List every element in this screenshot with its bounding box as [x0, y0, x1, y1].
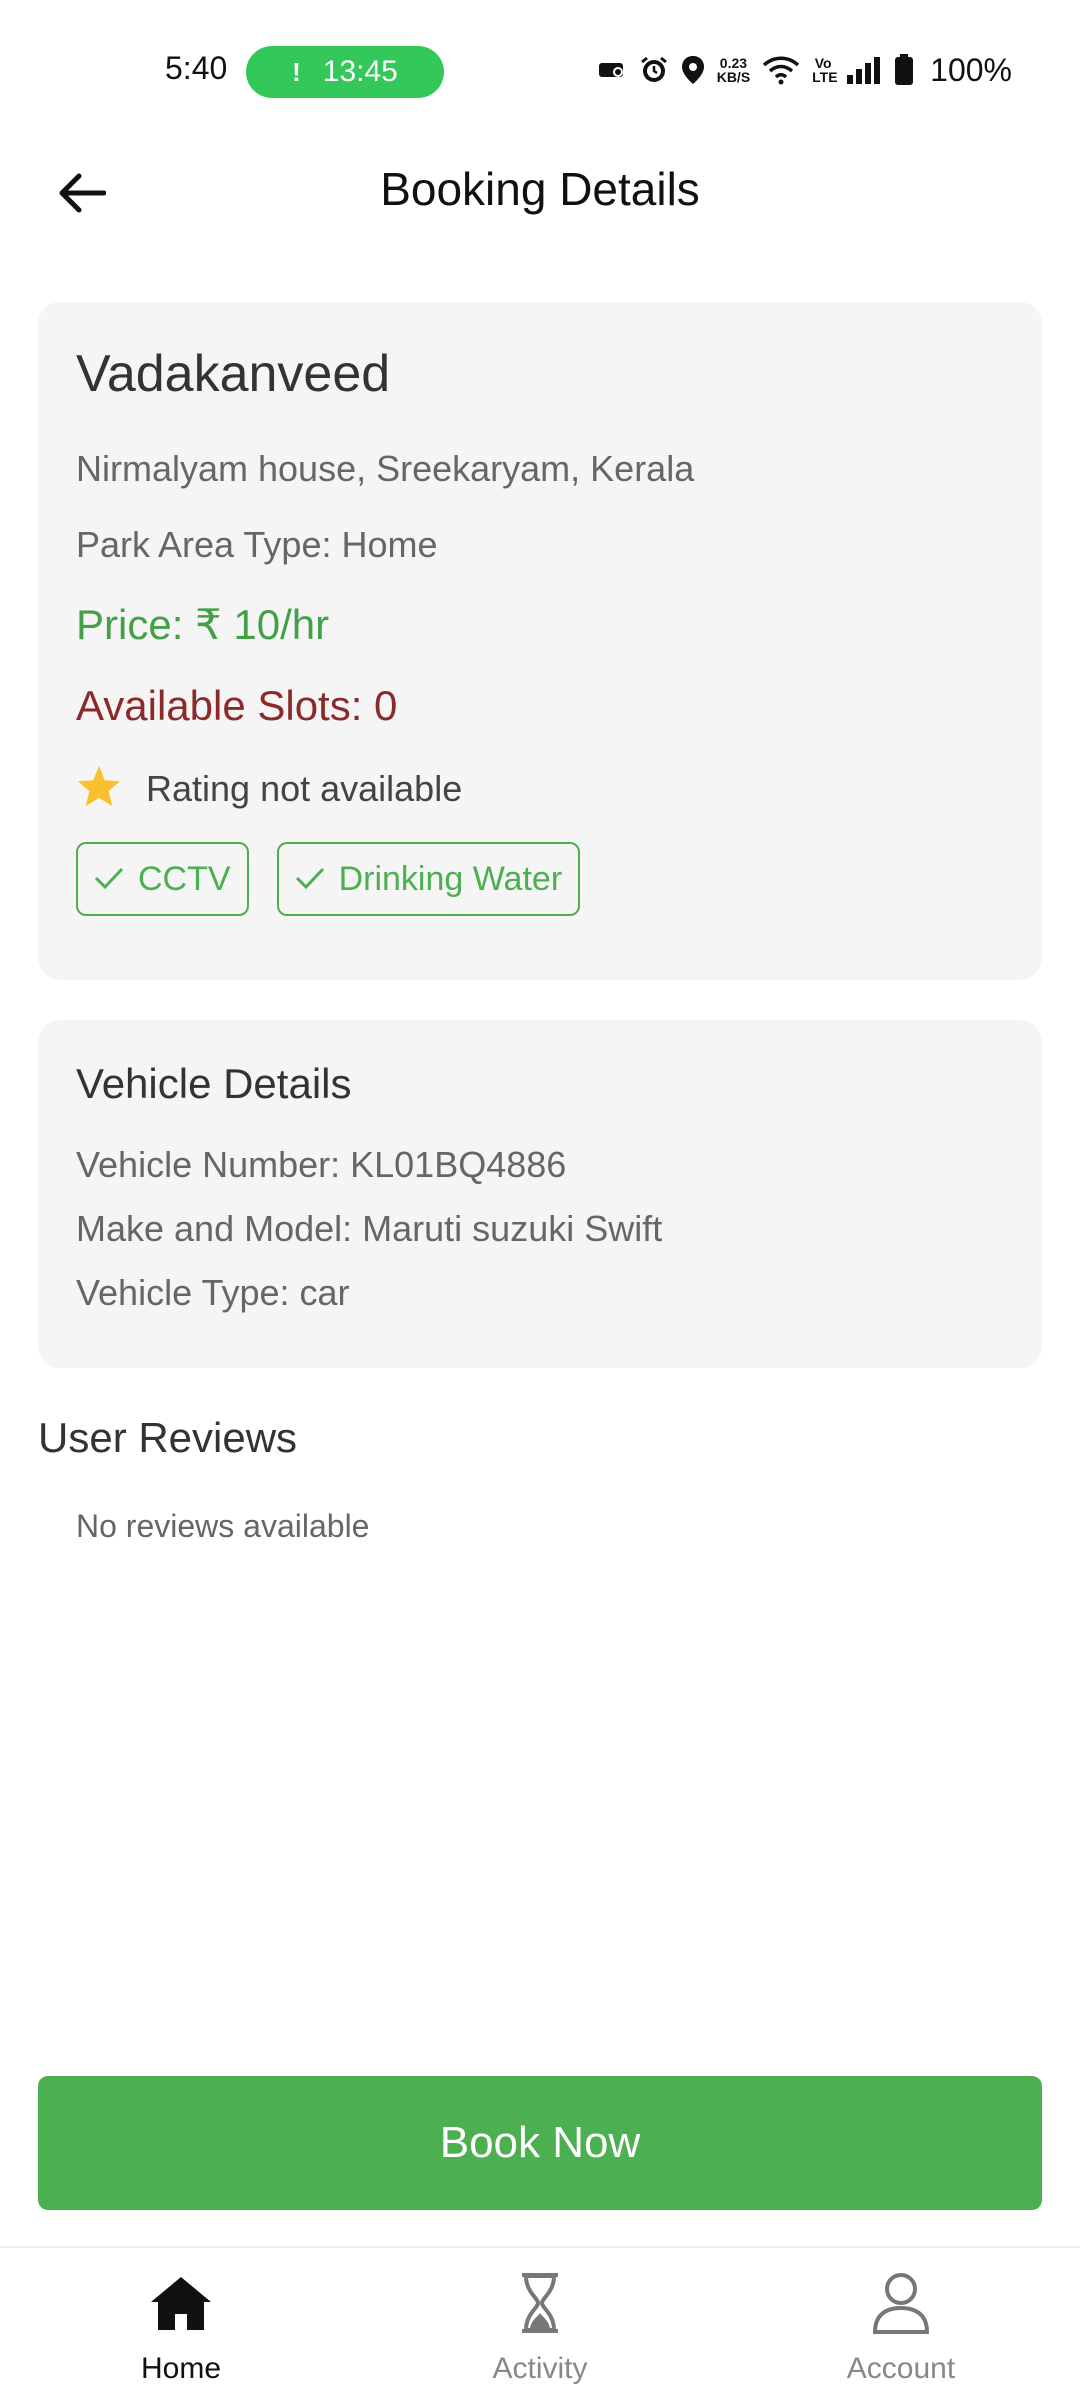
star-icon: [76, 764, 122, 813]
ongoing-call-pill[interactable]: ! 13:45: [246, 46, 444, 98]
no-reviews-text: No reviews available: [76, 1508, 370, 1544]
vehicle-make-model: Make and Model: Maruti suzuki Swift: [76, 1208, 663, 1249]
vehicle-details-card: Vehicle Details Vehicle Number: KL01BQ48…: [38, 1020, 1042, 1368]
call-timer: 13:45: [322, 55, 398, 88]
check-icon: [94, 860, 124, 899]
net-speed: 0.23 KB/S: [717, 56, 750, 84]
amenity-chip-cctv: CCTV: [76, 842, 249, 916]
parking-name: Vadakanveed: [76, 345, 391, 403]
home-icon: [146, 2268, 216, 2338]
nav-item-home[interactable]: Home: [81, 2268, 281, 2388]
nav-label-account: Account: [846, 2352, 956, 2385]
amenity-label: Drinking Water: [338, 859, 563, 898]
parking-address: Nirmalyam house, Sreekaryam, Kerala: [76, 448, 695, 489]
battery-icon: [894, 54, 914, 86]
person-icon: [866, 2268, 936, 2338]
car-mode-icon: [597, 57, 627, 83]
nav-label-home: Home: [140, 2352, 222, 2385]
status-time: 5:40: [165, 50, 228, 86]
battery-percent: 100%: [930, 51, 1012, 88]
status-icons: 0.23 KB/S Vo LTE 100%: [597, 50, 1012, 90]
vehicle-type: Vehicle Type: car: [76, 1272, 350, 1313]
nav-item-activity[interactable]: Activity: [440, 2268, 640, 2388]
call-indicator: !: [292, 56, 301, 87]
rating-text: Rating not available: [146, 767, 463, 809]
park-area-type: Park Area Type: Home: [76, 524, 438, 565]
app-header: Booking Details: [0, 140, 1080, 250]
bottom-navigation: Home Activity Account: [0, 2246, 1080, 2400]
parking-details-card: Vadakanveed Nirmalyam house, Sreekaryam,…: [38, 302, 1042, 980]
book-now-button[interactable]: Book Now: [38, 2076, 1042, 2210]
amenity-chip-drinking-water: Drinking Water: [276, 842, 581, 916]
rating-row: Rating not available: [76, 764, 462, 813]
page-title: Booking Details: [380, 163, 700, 215]
vehicle-number: Vehicle Number: KL01BQ4886: [76, 1144, 567, 1185]
nav-item-account[interactable]: Account: [801, 2268, 1001, 2388]
alarm-icon: [639, 55, 669, 85]
amenity-label: CCTV: [138, 859, 231, 898]
amenity-chips: CCTV Drinking Water: [76, 842, 581, 916]
volte-icon: Vo LTE: [812, 55, 838, 85]
user-reviews-title: User Reviews: [38, 1414, 298, 1461]
parking-price: Price: ₹ 10/hr: [76, 601, 330, 648]
location-icon: [681, 55, 705, 85]
nav-label-activity: Activity: [492, 2352, 588, 2385]
status-bar: 5:40 ! 13:45 0.23 KB/S Vo LTE 100%: [0, 0, 1080, 130]
hourglass-icon: [505, 2268, 575, 2338]
net-speed-value: 0.23: [719, 55, 748, 71]
available-slots: Available Slots: 0: [76, 682, 398, 729]
check-icon: [295, 860, 325, 899]
vehicle-details-title: Vehicle Details: [76, 1060, 352, 1107]
net-speed-unit: KB/S: [716, 69, 751, 85]
wifi-icon: [762, 55, 800, 85]
signal-icon: [846, 55, 882, 85]
